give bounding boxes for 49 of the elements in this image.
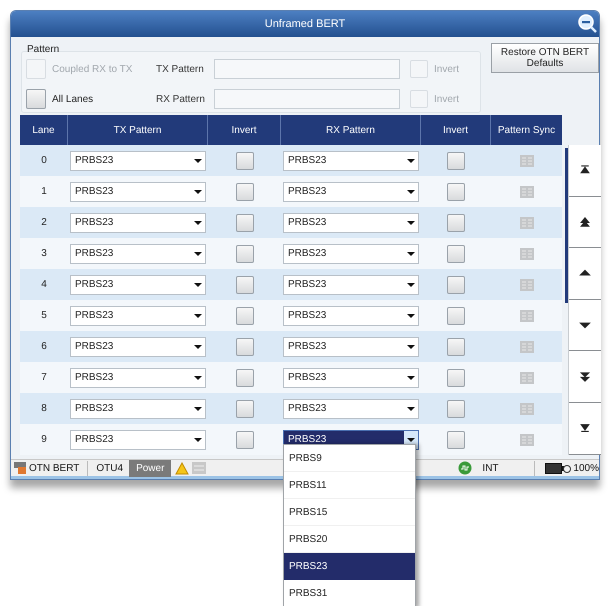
pattern-dropdown[interactable]: PRBS23	[283, 150, 419, 170]
pattern-dropdown[interactable]: PRBS23	[70, 182, 206, 202]
pattern-dropdown[interactable]: PRBS23	[70, 430, 206, 450]
dropdown-option[interactable]: PRBS23	[284, 553, 415, 580]
checkbox-label: Invert	[434, 62, 460, 76]
pattern-dropdown[interactable]: PRBS23	[283, 336, 419, 356]
pattern-dropdown[interactable]: PRBS23	[283, 182, 419, 202]
checkbox-label: Invert	[434, 92, 460, 106]
lane-number: 3	[40, 247, 48, 261]
pattern-dropdown[interactable]: PRBS23	[70, 244, 206, 264]
dropdown-option[interactable]: PRBS15	[284, 499, 415, 526]
dropdown-option[interactable]: PRBS31	[284, 580, 415, 606]
interface-label: OTU4	[96, 462, 124, 476]
lane-number: 2	[40, 216, 48, 230]
lane-number: 1	[40, 185, 48, 199]
window-title: Unframed BERT	[264, 16, 346, 32]
field-label: TX Pattern	[156, 62, 205, 76]
pattern-dropdown[interactable]: PRBS23	[70, 274, 206, 294]
pattern-dropdown[interactable]: PRBS23	[283, 274, 419, 294]
restore-defaults-button[interactable]: Restore OTN BERT Defaults	[491, 43, 599, 73]
pattern-dropdown[interactable]: PRBS23	[283, 244, 419, 264]
group-title: Pattern	[26, 43, 60, 57]
pattern-dropdown[interactable]: PRBS23	[70, 150, 206, 170]
lane-number: 6	[40, 340, 48, 354]
column-header: Pattern Sync	[496, 124, 556, 138]
lane-number: 5	[40, 309, 48, 323]
clock-source: INT	[482, 462, 499, 476]
lane-number: 0	[40, 154, 48, 168]
lane-number: 4	[40, 278, 48, 292]
app-name: OTN BERT	[29, 460, 88, 476]
field-label: RX Pattern	[156, 92, 206, 106]
checkbox-label: All Lanes	[52, 92, 94, 106]
pattern-dropdown[interactable]: PRBS23	[70, 368, 206, 388]
pattern-dropdown[interactable]: PRBS23	[283, 368, 419, 388]
pattern-dropdown[interactable]: PRBS23	[70, 306, 206, 326]
lane-number: 7	[40, 371, 48, 385]
dropdown-option[interactable]: PRBS9	[284, 445, 415, 472]
pattern-dropdown[interactable]: PRBS23	[283, 398, 419, 418]
pattern-dropdown[interactable]: PRBS23	[70, 398, 206, 418]
dropdown-option[interactable]: PRBS11	[284, 472, 415, 499]
pattern-dropdown[interactable]: PRBS23	[70, 212, 206, 232]
pattern-dropdown[interactable]: PRBS23	[283, 306, 419, 326]
battery-level: 100%	[573, 462, 599, 476]
lane-number: 9	[40, 433, 48, 447]
pattern-dropdown[interactable]: PRBS23	[283, 212, 419, 232]
checkbox-label: Coupled RX to TX	[52, 62, 132, 76]
pattern-dropdown[interactable]: PRBS23	[70, 336, 206, 356]
lane-number: 8	[40, 402, 48, 416]
power-badge: Power	[129, 460, 172, 476]
